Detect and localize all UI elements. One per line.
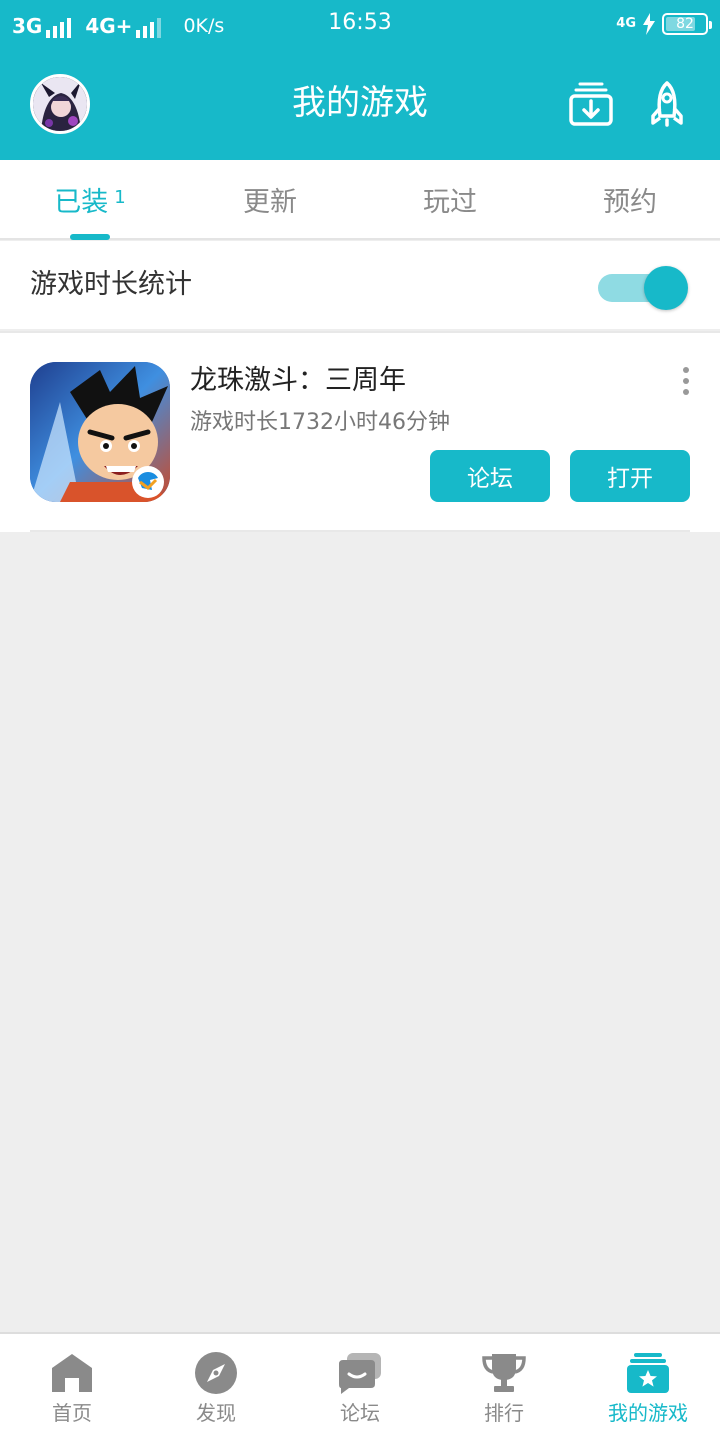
tab-label: 已装: [54, 186, 109, 218]
game-icon[interactable]: [30, 362, 170, 502]
game-playtime: 游戏时长1732小时46分钟: [190, 410, 450, 435]
nav-label: 发现: [196, 1401, 236, 1425]
game-title: 龙珠激斗：三周年: [190, 365, 406, 396]
tab-bar: 已装 1 更新 玩过 预约: [0, 160, 720, 240]
tab-installed[interactable]: 已装 1: [0, 160, 180, 238]
active-tab-indicator: [70, 234, 110, 240]
nav-label: 论坛: [340, 1401, 380, 1425]
nav-label: 排行: [484, 1401, 524, 1425]
more-options-icon[interactable]: [676, 364, 696, 398]
tab-played[interactable]: 玩过: [360, 160, 540, 238]
playtime-stats-toggle[interactable]: [598, 266, 688, 310]
right-network-indicator: 4G: [616, 16, 636, 31]
charging-icon: [643, 13, 655, 35]
rocket-icon[interactable]: [644, 80, 690, 128]
tab-label: 更新: [243, 186, 297, 218]
bottom-navigation: 首页 发现 论坛 排行 我的游戏: [0, 1332, 720, 1440]
clock: 16:53: [328, 10, 392, 35]
battery-level: 82: [676, 16, 694, 32]
playtime-stats-label: 游戏时长统计: [30, 269, 192, 300]
home-icon: [52, 1354, 92, 1392]
chat-icon: [339, 1353, 381, 1394]
battery-icon: 82: [662, 13, 712, 35]
nav-ranking[interactable]: 排行: [432, 1334, 576, 1440]
nav-label: 首页: [52, 1401, 92, 1425]
tab-updates[interactable]: 更新: [180, 160, 360, 238]
my-games-icon: [627, 1353, 669, 1393]
nav-home[interactable]: 首页: [0, 1334, 144, 1440]
tab-label: 玩过: [423, 186, 477, 218]
trophy-icon: [482, 1354, 526, 1392]
tab-count-badge: 1: [114, 186, 126, 208]
nav-my-games[interactable]: 我的游戏: [576, 1334, 720, 1440]
tab-label: 预约: [603, 186, 657, 218]
forum-button[interactable]: 论坛: [430, 450, 550, 502]
open-button[interactable]: 打开: [570, 450, 690, 502]
download-icon[interactable]: [568, 80, 614, 128]
status-bar: 3G 4G+ 0K/s 16:53 4G 82: [0, 0, 720, 48]
nav-forum[interactable]: 论坛: [288, 1334, 432, 1440]
nav-label: 我的游戏: [608, 1401, 688, 1425]
compass-icon: [195, 1352, 237, 1394]
toggle-knob: [644, 266, 688, 310]
tab-reserved[interactable]: 预约: [540, 160, 720, 238]
nav-discover[interactable]: 发现: [144, 1334, 288, 1440]
divider: [30, 530, 690, 532]
